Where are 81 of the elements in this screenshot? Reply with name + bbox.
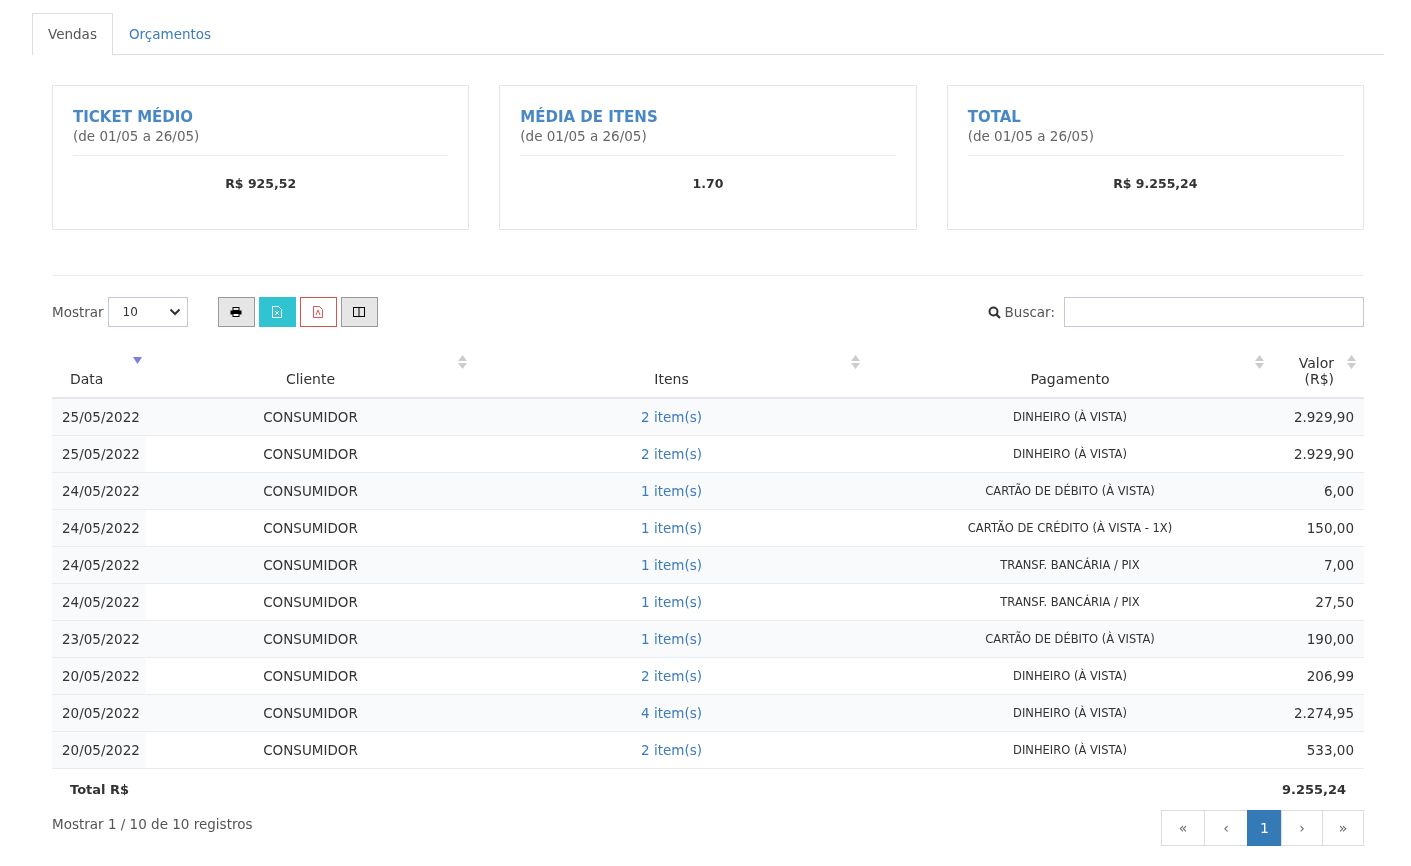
columns-icon xyxy=(353,307,366,317)
table-cell: DINHEIRO (À VISTA) xyxy=(868,657,1272,695)
card-value: 1.70 xyxy=(691,176,725,191)
chevron-down-icon xyxy=(168,308,181,316)
table-cell: CONSUMIDOR xyxy=(146,731,475,769)
table-cell: 2.274,95 xyxy=(1272,694,1364,732)
page-button[interactable]: 1 xyxy=(1247,810,1282,846)
table-cell: 20/05/2022 xyxy=(52,657,146,695)
table-cell: TRANSF. BANCÁRIA / PIX xyxy=(868,546,1272,584)
table-cell: DINHEIRO (À VISTA) xyxy=(868,694,1272,732)
items-link[interactable]: 1 item(s) xyxy=(475,546,868,584)
table-cell: 2.929,90 xyxy=(1272,435,1364,473)
table-cell: 533,00 xyxy=(1272,731,1364,769)
card-value: R$ 9.255,24 xyxy=(1112,176,1199,191)
table-cell: CONSUMIDOR xyxy=(146,620,475,658)
items-link[interactable]: 2 item(s) xyxy=(475,731,868,769)
table-cell: 24/05/2022 xyxy=(52,583,146,621)
table-cell: 20/05/2022 xyxy=(52,694,146,732)
card-title: TOTAL xyxy=(967,107,1022,127)
spreadsheet-file-icon xyxy=(272,306,283,318)
page-button[interactable]: » xyxy=(1322,810,1364,846)
total-value: 9.255,24 xyxy=(1282,781,1347,797)
items-link[interactable]: 1 item(s) xyxy=(475,509,868,547)
page-button[interactable]: « xyxy=(1161,810,1205,846)
table-cell: 7,00 xyxy=(1272,546,1364,584)
table-cell: CONSUMIDOR xyxy=(146,657,475,695)
card-title: MÉDIA DE ITENS xyxy=(520,107,659,127)
table-cell: CONSUMIDOR xyxy=(146,472,475,510)
records-info: Mostrar 1 / 10 de 10 registros xyxy=(52,816,253,832)
column-visibility-button[interactable] xyxy=(340,297,378,327)
items-link[interactable]: 2 item(s) xyxy=(475,398,868,436)
table-cell: DINHEIRO (À VISTA) xyxy=(868,435,1272,473)
table-cell: 150,00 xyxy=(1272,509,1364,547)
tab[interactable]: Orçamentos xyxy=(112,13,228,55)
card-value: R$ 925,52 xyxy=(224,176,298,191)
table-cell: 24/05/2022 xyxy=(52,472,146,510)
table-cell: 25/05/2022 xyxy=(52,398,146,436)
search-label: Buscar: xyxy=(1004,304,1055,320)
table-cell: 24/05/2022 xyxy=(52,546,146,584)
table-cell: TRANSF. BANCÁRIA / PIX xyxy=(868,583,1272,621)
table-cell: CONSUMIDOR xyxy=(146,398,475,436)
card-period: (de 01/05 a 26/05) xyxy=(73,127,449,156)
search-field[interactable] xyxy=(1064,297,1364,327)
search-icon xyxy=(987,305,1001,319)
table-cell: 27,50 xyxy=(1272,583,1364,621)
table-cell: DINHEIRO (À VISTA) xyxy=(868,731,1272,769)
table-cell: CONSUMIDOR xyxy=(146,583,475,621)
items-link[interactable]: 1 item(s) xyxy=(475,620,868,658)
table-cell: 2.929,90 xyxy=(1272,398,1364,436)
table-cell: 23/05/2022 xyxy=(52,620,146,658)
pdf-export-button[interactable] xyxy=(299,297,337,327)
table-cell: CONSUMIDOR xyxy=(146,509,475,547)
table-cell: 6,00 xyxy=(1272,472,1364,510)
page-button[interactable]: › xyxy=(1281,810,1323,846)
table-cell: CARTÃO DE CRÉDITO (À VISTA - 1X) xyxy=(868,509,1272,547)
table-cell: 25/05/2022 xyxy=(52,435,146,473)
total-label: Total R$ xyxy=(70,781,130,797)
table-cell: 190,00 xyxy=(1272,620,1364,658)
tab[interactable]: Vendas xyxy=(32,13,113,55)
items-link[interactable]: 1 item(s) xyxy=(475,472,868,510)
pdf-file-icon xyxy=(313,306,324,318)
card-period: (de 01/05 a 26/05) xyxy=(967,127,1343,156)
items-link[interactable]: 2 item(s) xyxy=(475,435,868,473)
length-label: Mostrar xyxy=(52,304,104,320)
items-link[interactable]: 1 item(s) xyxy=(475,583,868,621)
printer-icon xyxy=(230,307,243,317)
card-period: (de 01/05 a 26/05) xyxy=(520,127,896,156)
print-button[interactable] xyxy=(217,297,255,327)
items-link[interactable]: 2 item(s) xyxy=(475,657,868,695)
table-cell: CARTÃO DE DÉBITO (À VISTA) xyxy=(868,472,1272,510)
table-cell: CONSUMIDOR xyxy=(146,435,475,473)
table-cell: CONSUMIDOR xyxy=(146,546,475,584)
items-link[interactable]: 4 item(s) xyxy=(475,694,868,732)
table-cell: 206,99 xyxy=(1272,657,1364,695)
card-title: TICKET MÉDIO xyxy=(73,107,195,127)
table-cell: DINHEIRO (À VISTA) xyxy=(868,398,1272,436)
table-cell: CONSUMIDOR xyxy=(146,694,475,732)
table-cell: CARTÃO DE DÉBITO (À VISTA) xyxy=(868,620,1272,658)
page-length-select[interactable]: 10 xyxy=(107,297,188,327)
table-cell: 20/05/2022 xyxy=(52,731,146,769)
table-cell: 24/05/2022 xyxy=(52,509,146,547)
